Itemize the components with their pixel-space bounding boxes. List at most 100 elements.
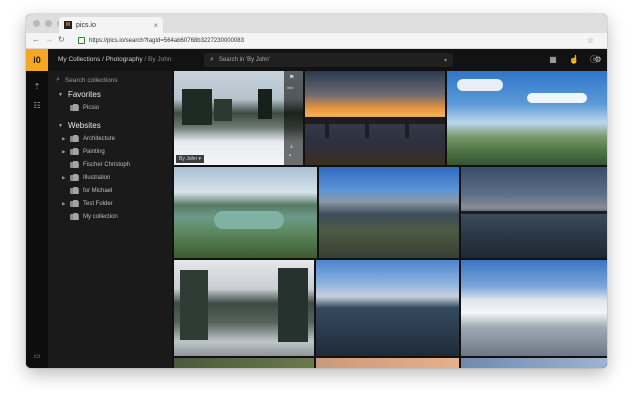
tab-close-icon[interactable]: × xyxy=(153,21,158,30)
breadcrumb: My Collections / Photography / By John xyxy=(58,56,172,63)
collection-tag[interactable]: By John ▾ xyxy=(176,155,204,163)
photo-thumbnail[interactable]: ⚑ info ⇣ ▪ By John ▾ xyxy=(174,71,303,165)
bridge-shape xyxy=(461,211,607,214)
caret-down-icon: ▼ xyxy=(58,91,63,98)
sidebar-item-fischer-christoph[interactable]: Fischer Christoph xyxy=(62,161,131,168)
search-input[interactable]: ⌕ Search in 'By John' ▾ xyxy=(204,53,453,67)
trees-shape xyxy=(180,270,208,340)
bookmark-star-icon[interactable]: ☆ xyxy=(587,36,594,45)
sidebar-item-my-collection[interactable]: My collection xyxy=(62,213,118,220)
collections-tree-icon[interactable]: ☷ xyxy=(32,101,42,111)
url-text: https://pics.io/search?tagId=564ab60768b… xyxy=(89,37,244,44)
breadcrumb-parent[interactable]: Photography xyxy=(106,56,143,63)
photo-thumbnail[interactable] xyxy=(174,167,317,258)
breadcrumb-root[interactable]: My Collections xyxy=(58,56,100,63)
url-field[interactable]: https://pics.io/search?tagId=564ab60768b… xyxy=(78,35,598,46)
picsio-logo[interactable]: i0 xyxy=(26,49,48,71)
breadcrumb-separator: / xyxy=(102,56,104,63)
collection-icon xyxy=(70,104,79,111)
browser-tab[interactable]: i0 pics.io × xyxy=(59,17,163,33)
sidebar-item-label: Illustration xyxy=(83,175,111,181)
upload-icon[interactable]: ⇡ xyxy=(32,82,42,92)
photo-thumbnail[interactable] xyxy=(316,358,459,368)
collections-search-placeholder: Search collections xyxy=(64,76,118,84)
photo-thumbnail[interactable] xyxy=(319,167,459,258)
reload-icon[interactable]: ↻ xyxy=(58,35,65,44)
photo-thumbnail[interactable] xyxy=(447,71,607,165)
collection-icon xyxy=(70,135,79,142)
collection-icon xyxy=(70,161,79,168)
breadcrumb-current: By John xyxy=(148,56,172,63)
caret-down-icon: ▼ xyxy=(58,122,63,129)
close-window-button[interactable] xyxy=(33,20,40,27)
search-icon: ⌕ xyxy=(56,76,60,83)
sidebar-item-painting[interactable]: ▶ Painting xyxy=(62,148,105,155)
favorites-section-header[interactable]: ▼ Favorites xyxy=(58,90,101,99)
left-rail: i0 ⇡ ☷ ▭ xyxy=(26,49,48,368)
back-arrow-icon[interactable]: ← xyxy=(32,35,40,44)
photo-thumbnail[interactable] xyxy=(461,167,607,258)
websites-title: Websites xyxy=(67,121,101,130)
lake-shape xyxy=(214,211,284,229)
top-toolbar: My Collections / Photography / By John ⌕… xyxy=(48,49,607,71)
photo-thumbnail[interactable] xyxy=(174,358,314,368)
collection-icon xyxy=(70,200,79,207)
photo-thumbnail[interactable] xyxy=(316,260,459,356)
trees-shape xyxy=(182,89,212,125)
caret-right-icon[interactable]: ▶ xyxy=(62,149,70,155)
pier-post-shape xyxy=(405,124,409,138)
sidebar-item-label: Fischer Christoph xyxy=(83,162,131,168)
cloud-shape xyxy=(527,93,587,103)
photo-thumbnail[interactable] xyxy=(461,260,607,356)
app-area: i0 ⇡ ☷ ▭ My Collections / Photography / … xyxy=(26,49,607,368)
photo-thumbnail[interactable] xyxy=(174,260,314,356)
collection-icon xyxy=(70,174,79,181)
chevron-down-icon[interactable]: ▾ xyxy=(444,57,447,64)
download-icon[interactable]: ⇣ xyxy=(289,143,294,150)
collection-tag-label: By John xyxy=(179,156,198,162)
favorites-title: Favorites xyxy=(67,90,101,99)
browser-window: i0 pics.io × ← → ↻ https://pics.io/searc… xyxy=(26,14,607,368)
photo-grid: ⚑ info ⇣ ▪ By John ▾ xyxy=(172,71,607,368)
photo-action-overlay: ⚑ info ⇣ ▪ xyxy=(284,71,303,165)
sidebar-item-for-michael[interactable]: for Michael xyxy=(62,187,113,194)
websites-section-header[interactable]: ▼ Websites xyxy=(58,121,101,130)
search-placeholder: Search in 'By John' xyxy=(218,57,270,63)
tab-title: pics.io xyxy=(76,21,96,29)
sidebar-item-label: for Michael xyxy=(83,188,113,194)
trees-shape xyxy=(214,99,232,121)
sidebar-item-label: My collection xyxy=(83,214,118,220)
collection-icon xyxy=(70,187,79,194)
grid-view-icon[interactable]: ▦ xyxy=(548,55,558,65)
trash-icon[interactable]: ▪ xyxy=(289,153,291,159)
storage-icon[interactable]: ▭ xyxy=(32,352,42,360)
overlay-label: info xyxy=(287,85,294,90)
breadcrumb-separator: / xyxy=(144,56,147,63)
sidebar-item-architecture[interactable]: ▶ Architecture xyxy=(62,135,116,142)
trees-shape xyxy=(258,89,272,119)
caret-right-icon[interactable]: ▶ xyxy=(62,136,70,142)
caret-right-icon[interactable]: ▶ xyxy=(62,175,70,181)
pier-post-shape xyxy=(365,124,369,138)
flag-icon[interactable]: ⚑ xyxy=(289,74,294,81)
photo-thumbnail[interactable] xyxy=(461,358,607,368)
cloud-shape xyxy=(457,79,503,91)
sidebar-item-label: Architecture xyxy=(83,136,116,142)
search-icon: ⌕ xyxy=(210,56,214,63)
select-hand-icon[interactable]: ☝ xyxy=(569,55,579,65)
sidebar-item-picsio[interactable]: Picsio xyxy=(62,104,99,111)
caret-right-icon[interactable]: ▶ xyxy=(62,201,70,207)
photo-thumbnail[interactable] xyxy=(305,71,445,165)
browser-tab-bar: i0 pics.io × xyxy=(26,14,607,33)
collection-icon xyxy=(70,213,79,220)
forward-arrow-icon[interactable]: → xyxy=(45,35,53,44)
collection-icon xyxy=(70,148,79,155)
sidebar-item-label: Test Folder xyxy=(83,201,113,207)
favicon-icon: i0 xyxy=(64,21,72,29)
settings-gear-icon[interactable]: ⚙ xyxy=(593,55,603,65)
lock-icon xyxy=(78,37,85,44)
minimize-window-button[interactable] xyxy=(45,20,52,27)
collections-search-input[interactable]: ⌕ Search collections xyxy=(56,76,118,84)
sidebar-item-test-folder[interactable]: ▶ Test Folder xyxy=(62,200,113,207)
sidebar-item-illustration[interactable]: ▶ Illustration xyxy=(62,174,111,181)
